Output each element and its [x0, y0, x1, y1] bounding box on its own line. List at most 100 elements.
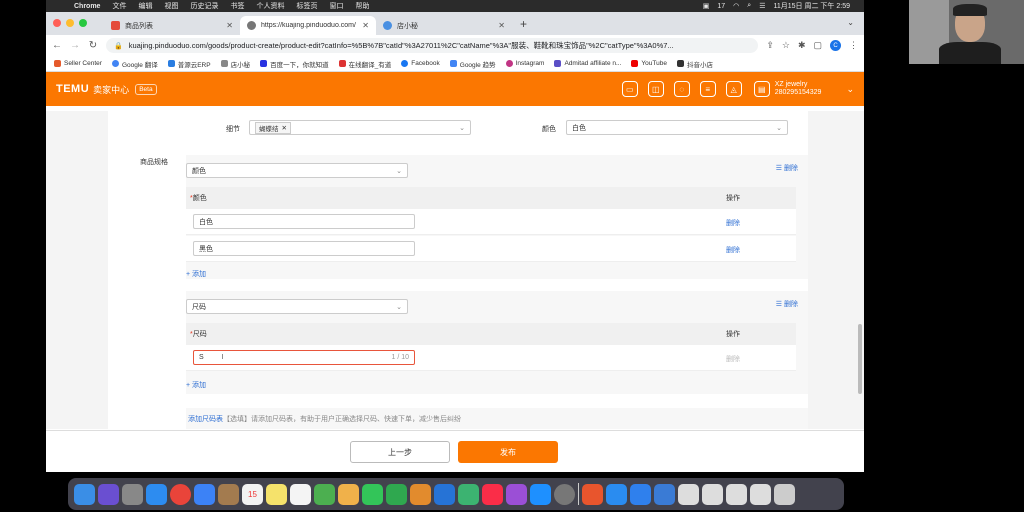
tab-pinduoduo[interactable]: https://kuajing.pinduoduo.com/ ✕ — [240, 16, 376, 35]
tab-dianxiaomi[interactable]: 店小秘 ✕ — [376, 16, 512, 35]
minimize-window-button[interactable] — [66, 19, 74, 27]
spec1-value-input[interactable]: 黑色 — [193, 241, 415, 256]
spec2-delete-button[interactable]: ☰ 删除 — [776, 299, 798, 309]
new-tab-button[interactable]: + — [520, 17, 527, 31]
sidebar-icon[interactable]: ▢ — [813, 40, 822, 51]
bookmark-youdao[interactable]: 在线翻译_有道 — [338, 59, 391, 69]
share-icon[interactable]: ⇪ — [766, 40, 774, 51]
menu-bookmarks[interactable]: 书签 — [230, 1, 244, 11]
menu-view[interactable]: 视图 — [164, 1, 178, 11]
more-menu-icon[interactable]: ⋮ — [849, 40, 858, 51]
mail-icon[interactable] — [194, 483, 215, 505]
launchpad-icon[interactable] — [122, 483, 143, 505]
contacts-icon[interactable] — [218, 483, 239, 505]
dingtalk-icon[interactable] — [630, 483, 651, 505]
pages-icon[interactable] — [410, 483, 431, 505]
previous-step-button[interactable]: 上一步 — [350, 441, 450, 463]
close-tab-icon[interactable]: ✕ — [498, 21, 505, 30]
color-select[interactable]: 白色 ⌄ — [566, 120, 788, 135]
page-scrollbar[interactable] — [858, 324, 862, 394]
document-thumbnail-icon[interactable] — [750, 483, 771, 505]
document-thumbnail-icon[interactable] — [702, 483, 723, 505]
row-delete-button[interactable]: 删除 — [726, 354, 740, 364]
wifi-icon[interactable]: ◠ — [733, 2, 739, 10]
wps-icon[interactable] — [654, 483, 675, 505]
close-tab-icon[interactable]: ✕ — [362, 21, 369, 30]
chrome-icon[interactable] — [170, 483, 191, 505]
bookmark-facebook[interactable]: Facebook — [401, 60, 440, 67]
spec1-add-button[interactable]: + 添加 — [186, 269, 206, 279]
back-button[interactable]: ← — [52, 40, 62, 51]
app-store-icon[interactable] — [530, 483, 551, 505]
document-icon[interactable]: ≡ — [699, 81, 716, 97]
tab-product-list[interactable]: 商品列表 ✕ — [104, 16, 240, 35]
document-thumbnail-icon[interactable] — [678, 483, 699, 505]
close-tab-icon[interactable]: ✕ — [226, 21, 233, 30]
spec1-value-input[interactable]: 白色 — [193, 214, 415, 229]
bookmark-page-icon[interactable]: ▭ — [621, 81, 638, 97]
spec2-type-select[interactable]: 尺码 ⌄ — [186, 299, 408, 314]
book-icon[interactable]: ◫ — [647, 81, 664, 97]
lock-icon[interactable]: 🔒 — [114, 42, 123, 50]
clock[interactable]: 11月15日 周二 下午 2:59 — [773, 1, 850, 11]
menu-file[interactable]: 文件 — [112, 1, 126, 11]
bookmark-puyuan-erp[interactable]: 普源云ERP — [167, 59, 211, 69]
menu-profile[interactable]: 个人资料 — [256, 1, 284, 11]
messages-icon[interactable] — [362, 483, 383, 505]
reminders-icon[interactable] — [290, 483, 311, 505]
notes-icon[interactable] — [266, 483, 287, 505]
bell-icon[interactable]: ◬ — [725, 81, 742, 97]
document-thumbnail-icon[interactable] — [726, 483, 747, 505]
bookmark-admitad[interactable]: Admitad affiliate n... — [554, 60, 621, 67]
spec1-type-select[interactable]: 颜色 ⌄ — [186, 163, 408, 178]
numbers-icon[interactable] — [458, 483, 479, 505]
row-delete-button[interactable]: 删除 — [726, 245, 740, 255]
profile-avatar[interactable]: C — [830, 40, 841, 51]
bookmark-google-trends[interactable]: Google 趋势 — [449, 59, 496, 69]
calendar-badge[interactable]: 17 — [717, 3, 725, 10]
detail-select[interactable]: 蝴蝶结 ✕ ⌄ — [249, 120, 471, 135]
address-bar[interactable]: 🔒 kuajing.pinduoduo.com/goods/product-cr… — [106, 38, 759, 53]
bookmark-baidu[interactable]: 百度一下，你就知道 — [260, 59, 329, 69]
music-icon[interactable] — [482, 483, 503, 505]
bookmark-star-icon[interactable]: ☆ — [782, 40, 790, 51]
bookmark-google-translate[interactable]: Google 翻译 — [111, 59, 158, 69]
spec2-value-input[interactable]: S I 1 / 10 — [193, 350, 415, 365]
chevron-down-icon[interactable]: ⌄ — [846, 84, 854, 95]
bookmark-youtube[interactable]: YouTube — [631, 60, 667, 67]
close-window-button[interactable] — [53, 19, 61, 27]
menu-history[interactable]: 历史记录 — [190, 1, 218, 11]
system-settings-icon[interactable] — [554, 483, 575, 505]
menu-help[interactable]: 帮助 — [355, 1, 369, 11]
row-delete-button[interactable]: 删除 — [726, 218, 740, 228]
extensions-icon[interactable]: ✱ — [798, 40, 806, 51]
menu-tab[interactable]: 标签页 — [296, 1, 317, 11]
photos-icon[interactable] — [338, 483, 359, 505]
spec2-add-button[interactable]: + 添加 — [186, 380, 206, 390]
menu-window[interactable]: 窗口 — [329, 1, 343, 11]
finder-icon[interactable] — [74, 483, 95, 505]
safari-icon[interactable] — [146, 483, 167, 505]
temu-logo[interactable]: TEMU — [56, 83, 89, 95]
reload-button[interactable]: ↻ — [88, 40, 98, 51]
forward-button[interactable]: → — [70, 40, 80, 51]
wechat-icon[interactable]: ▣ — [703, 2, 710, 10]
publish-button[interactable]: 发布 — [458, 441, 558, 463]
tab-search-chevron-icon[interactable]: ⌄ — [847, 18, 854, 27]
zoom-window-button[interactable] — [79, 19, 87, 27]
tag-close-icon[interactable]: ✕ — [282, 124, 287, 132]
keynote-icon[interactable] — [434, 483, 455, 505]
menubar-app-name[interactable]: Chrome — [74, 3, 100, 10]
maps-icon[interactable] — [314, 483, 335, 505]
bookmark-instagram[interactable]: Instagram — [505, 60, 544, 67]
siri-icon[interactable] — [98, 483, 119, 505]
chat-icon[interactable]: ◌ — [673, 81, 690, 97]
trash-icon[interactable] — [774, 483, 795, 505]
search-icon[interactable]: ⌕ — [747, 2, 751, 10]
store-switcher[interactable]: ▤ XZ jewelry 280295154329 ⌄ — [753, 81, 854, 97]
podcasts-icon[interactable] — [506, 483, 527, 505]
bookmark-douyin-shop[interactable]: 抖音小店 — [676, 59, 713, 69]
control-center-icon[interactable]: ☰ — [759, 2, 765, 10]
xmind-icon[interactable] — [582, 483, 603, 505]
lark-icon[interactable] — [606, 483, 627, 505]
